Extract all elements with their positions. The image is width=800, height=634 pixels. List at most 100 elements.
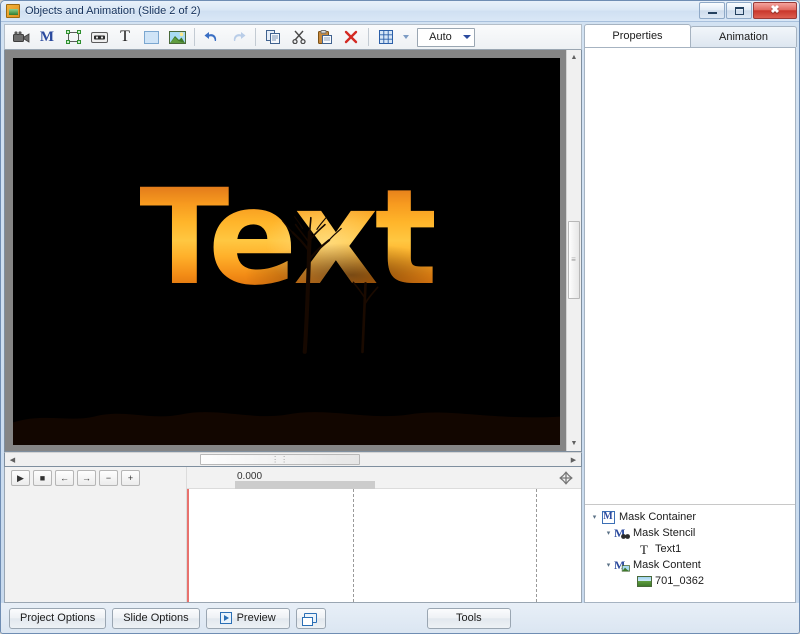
blue-rectangle-icon <box>143 30 159 44</box>
button-tool[interactable] <box>86 26 112 48</box>
cut-button[interactable] <box>286 26 312 48</box>
text-t-icon: T <box>120 28 130 45</box>
objects-tree-panel[interactable]: ▾ M Mask Container ▾ M Mask Stencil T Te… <box>585 504 795 602</box>
scroll-left-arrow[interactable]: ◀ <box>5 453 20 466</box>
slide-canvas-area[interactable]: Text <box>5 50 566 451</box>
timeline-header: ▶ ■ ← → − + 0.000 <box>5 467 581 489</box>
video-camera-icon <box>12 30 29 43</box>
expander-icon[interactable]: ▾ <box>603 529 614 537</box>
previous-button[interactable]: ← <box>55 470 74 486</box>
minimize-button[interactable] <box>699 2 725 19</box>
stop-icon: ■ <box>39 473 46 483</box>
vertical-scroll-track[interactable]: ≡ <box>567 65 581 436</box>
project-options-label: Project Options <box>20 612 96 624</box>
tree-item-701-0362[interactable]: 701_0362 <box>589 573 795 589</box>
main-toolbar: M T Auto <box>4 24 582 50</box>
timeline-track-names[interactable] <box>5 489 187 602</box>
left-column: M T Auto Text ▲ ≡ ▼ ◀ ⋮⋮ ▶ ▶ ■ ← → − + 0… <box>4 24 582 603</box>
timeline-body <box>5 489 581 602</box>
tree-item-mask-stencil[interactable]: ▾ M Mask Stencil <box>589 525 795 541</box>
move-cross-icon[interactable] <box>557 469 575 487</box>
timeline-tracks[interactable] <box>187 489 581 602</box>
stop-button[interactable]: ■ <box>33 470 52 486</box>
canvas-horizontal-scrollbar[interactable]: ◀ ⋮⋮ ▶ <box>4 452 582 467</box>
vertical-scroll-thumb[interactable]: ≡ <box>568 220 580 299</box>
maximize-button[interactable] <box>726 2 752 19</box>
toolbar-separator-1 <box>194 28 195 46</box>
scroll-up-arrow[interactable]: ▲ <box>567 50 581 65</box>
tree-item-label: Mask Stencil <box>633 527 696 539</box>
chevron-down-icon <box>403 35 409 39</box>
horizontal-scroll-track[interactable]: ⋮⋮ <box>20 453 566 466</box>
image-tool[interactable] <box>164 26 190 48</box>
undo-arrow-icon <box>204 32 217 41</box>
slide-preview[interactable]: Text <box>13 58 560 445</box>
tools-button[interactable]: Tools <box>426 607 511 629</box>
mask-tool[interactable]: M <box>34 26 60 48</box>
clipboard-paste-icon <box>318 30 332 44</box>
mask-container-icon: M <box>601 510 615 524</box>
grid-button[interactable] <box>373 26 399 48</box>
timeline-marker-1 <box>353 489 354 602</box>
grid-dropdown-button[interactable] <box>399 26 413 48</box>
scroll-down-arrow[interactable]: ▼ <box>567 436 581 451</box>
tree-item-mask-container[interactable]: ▾ M Mask Container <box>589 509 795 525</box>
timeline-playhead[interactable] <box>187 489 189 602</box>
tab-properties[interactable]: Properties <box>584 24 691 47</box>
plus-icon: + <box>127 473 134 483</box>
slide-options-button[interactable]: Slide Options <box>112 607 200 629</box>
properties-content[interactable] <box>585 48 795 504</box>
minimize-icon <box>707 12 717 14</box>
delete-button[interactable] <box>338 26 364 48</box>
tab-animation[interactable]: Animation <box>690 26 797 47</box>
zoom-in-button[interactable]: + <box>121 470 140 486</box>
timeline-ruler[interactable]: 0.000 <box>187 467 581 489</box>
scroll-right-arrow[interactable]: ▶ <box>566 453 581 466</box>
expander-icon[interactable]: ▾ <box>603 561 614 569</box>
timeline-range-bar[interactable] <box>235 481 375 489</box>
frame-rectangle-icon <box>65 30 81 44</box>
tree-item-label: Mask Content <box>633 559 701 571</box>
minus-icon: − <box>105 473 112 483</box>
window-title: Objects and Animation (Slide 2 of 2) <box>25 5 201 17</box>
horizontal-scroll-thumb[interactable]: ⋮⋮ <box>200 454 361 465</box>
close-button[interactable]: ✖ <box>753 2 797 19</box>
preview-label: Preview <box>236 612 276 624</box>
mask-content-icon: M <box>614 558 630 572</box>
objects-and-animation-window: Objects and Animation (Slide 2 of 2) ✖ M… <box>0 0 800 634</box>
rectangle-tool[interactable] <box>138 26 164 48</box>
timeline-marker-2 <box>536 489 537 602</box>
undo-button[interactable] <box>199 26 225 48</box>
masked-text-object[interactable]: Text <box>139 171 434 304</box>
play-button[interactable]: ▶ <box>11 470 30 486</box>
picture-icon <box>168 30 186 44</box>
copy-button[interactable] <box>260 26 286 48</box>
arrow-left-icon: ← <box>60 473 69 483</box>
fullscreen-toggle-button[interactable] <box>295 607 326 629</box>
chevron-down-icon <box>463 35 471 39</box>
main-body: M T Auto Text ▲ ≡ ▼ ◀ ⋮⋮ ▶ ▶ ■ ← → − + 0… <box>1 22 799 603</box>
red-x-icon <box>344 30 358 44</box>
window-controls: ✖ <box>699 2 797 19</box>
text-tool[interactable]: T <box>112 26 138 48</box>
expander-icon[interactable]: ▾ <box>589 513 600 521</box>
video-clip-tool[interactable] <box>8 26 34 48</box>
text-t-icon: T <box>640 541 648 557</box>
play-icon: ▶ <box>17 472 24 483</box>
tools-label: Tools <box>455 612 482 624</box>
tree-item-text1[interactable]: T Text1 <box>589 541 795 557</box>
next-button[interactable]: → <box>77 470 96 486</box>
play-preview-icon <box>219 612 232 624</box>
timeline-playback-controls: ▶ ■ ← → − + <box>5 467 187 489</box>
frame-tool[interactable] <box>60 26 86 48</box>
zoom-level-combo[interactable]: Auto <box>417 27 475 47</box>
preview-button[interactable]: Preview <box>205 607 290 629</box>
paste-button[interactable] <box>312 26 338 48</box>
redo-button[interactable] <box>225 26 251 48</box>
canvas-vertical-scrollbar[interactable]: ▲ ≡ ▼ <box>566 50 581 451</box>
zoom-out-button[interactable]: − <box>99 470 118 486</box>
tree-item-mask-content[interactable]: ▾ M Mask Content <box>589 557 795 573</box>
project-options-button[interactable]: Project Options <box>9 607 107 629</box>
tree-item-label: Mask Container <box>619 511 697 523</box>
properties-panel: ▾ M Mask Container ▾ M Mask Stencil T Te… <box>584 47 796 603</box>
